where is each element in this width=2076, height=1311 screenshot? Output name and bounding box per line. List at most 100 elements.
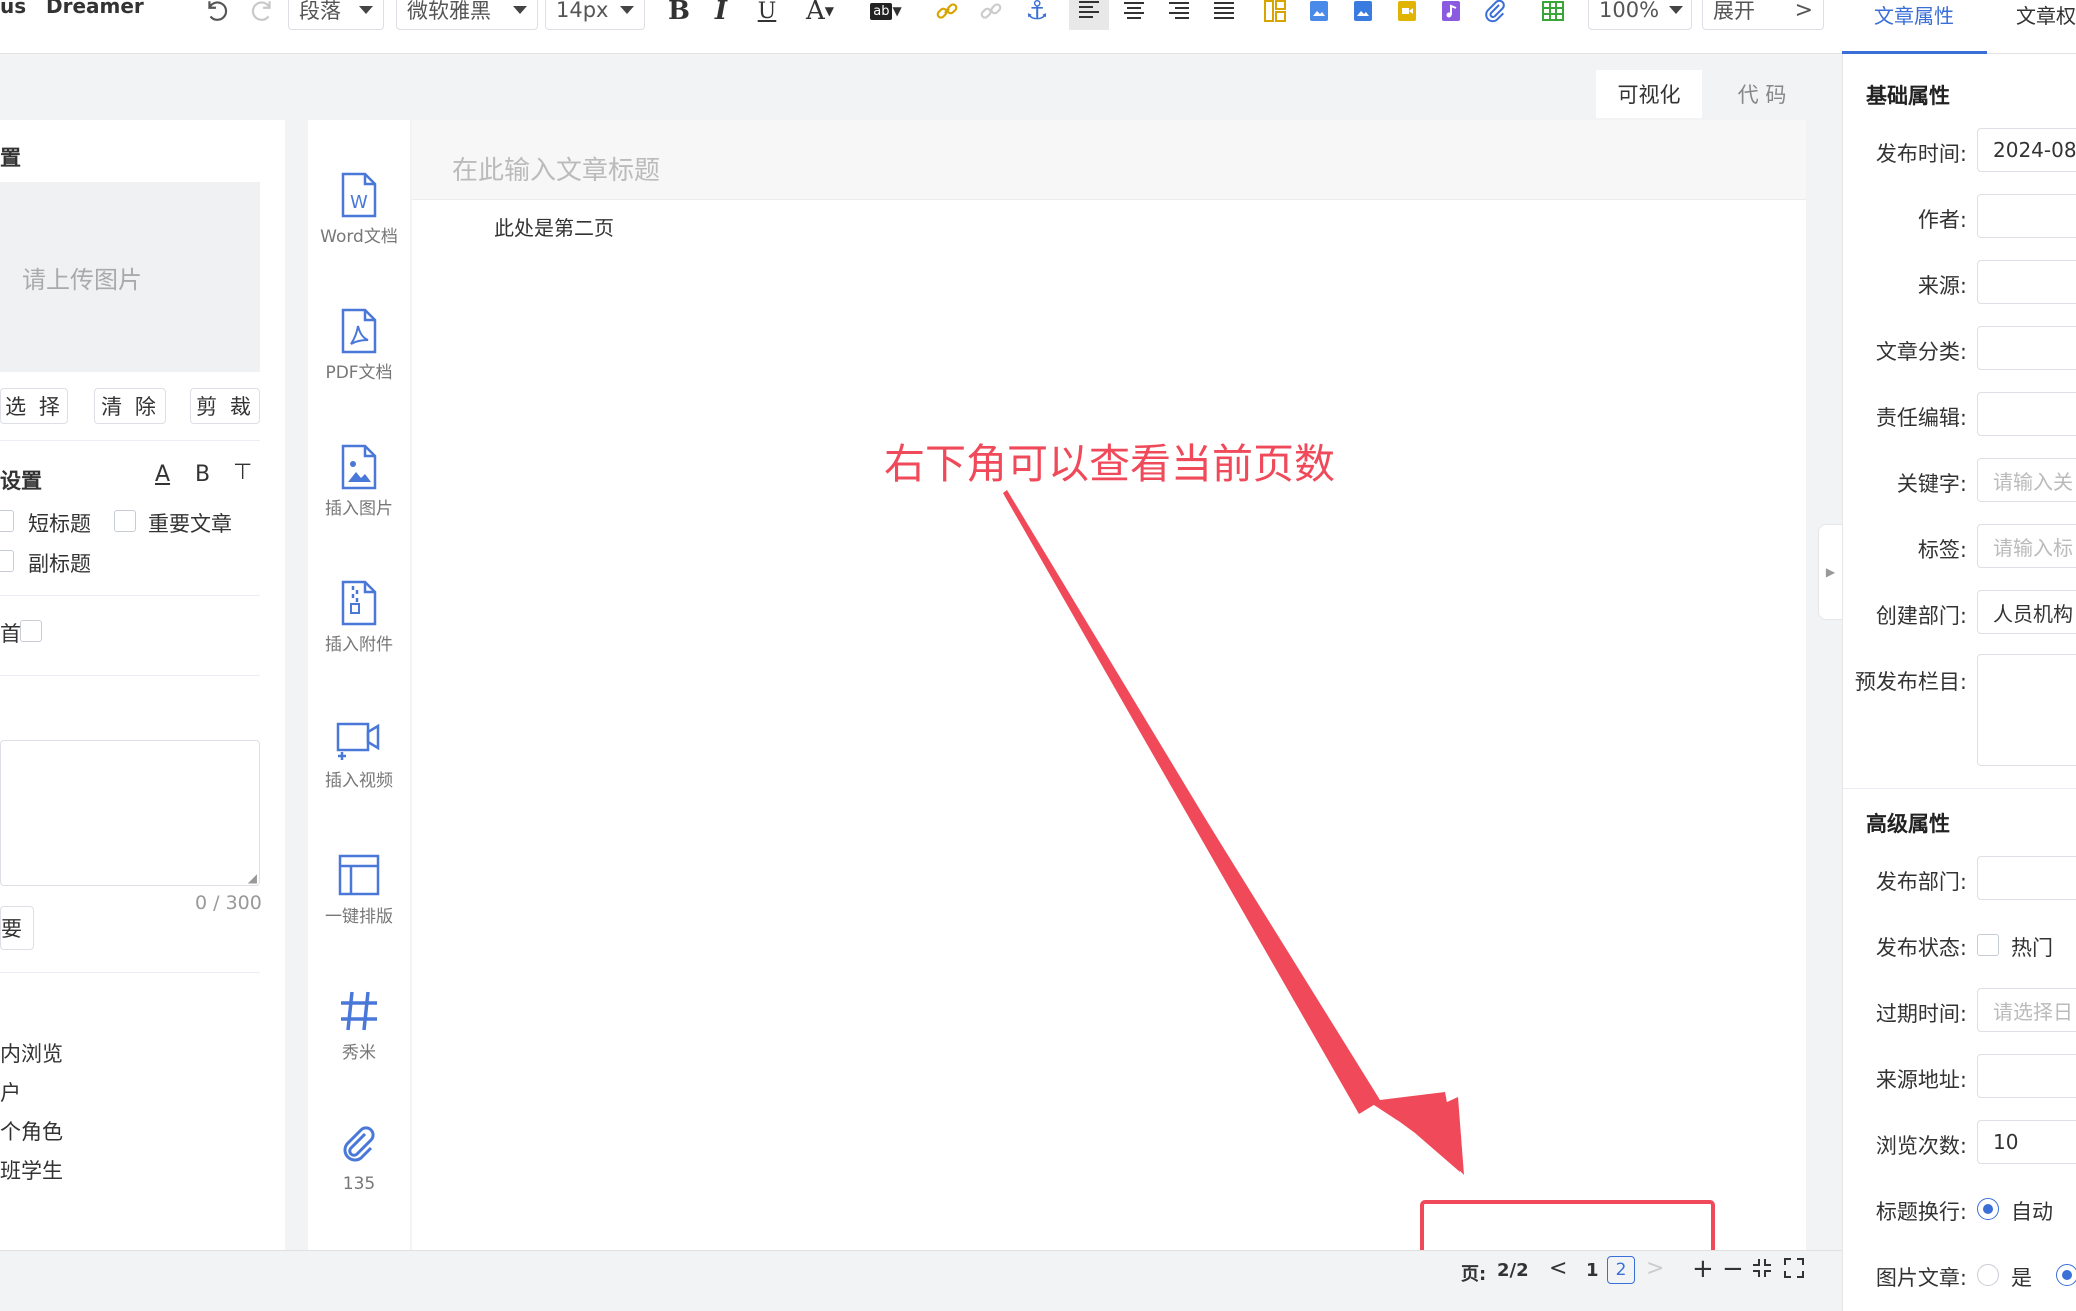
pin-top-checkbox[interactable] bbox=[20, 620, 42, 642]
zoom-in-icon[interactable]: + bbox=[1692, 1254, 1714, 1284]
responsible-editor-input[interactable] bbox=[1977, 392, 2076, 436]
source-url-input[interactable] bbox=[1977, 1054, 2076, 1098]
font-color-icon[interactable]: A ▼ bbox=[796, 0, 844, 28]
tab-visual[interactable]: 可视化 bbox=[1596, 70, 1702, 118]
page-1-button[interactable]: 1 bbox=[1586, 1260, 1599, 1281]
align-center-icon[interactable] bbox=[1117, 0, 1151, 28]
tool-one-click-layout[interactable]: 一键排版 bbox=[308, 852, 410, 927]
page-2-button[interactable]: 2 bbox=[1607, 1256, 1635, 1284]
tool-insert-image[interactable]: 插入图片 bbox=[308, 444, 410, 519]
publish-time-input[interactable]: 2024-08- bbox=[1977, 128, 2076, 172]
tool-insert-video[interactable]: 插入视频 bbox=[308, 716, 410, 791]
pub-dept-select[interactable] bbox=[1977, 856, 2076, 900]
align-justify-icon[interactable] bbox=[1207, 0, 1241, 28]
subtitle-checkbox[interactable] bbox=[0, 550, 14, 572]
zoom-value: 100% bbox=[1599, 0, 1660, 22]
image-upload-icon[interactable] bbox=[1302, 0, 1336, 28]
italic-icon[interactable]: I bbox=[704, 0, 738, 28]
image-article-no-radio[interactable] bbox=[2056, 1264, 2076, 1286]
fullscreen-icon[interactable] bbox=[1784, 1258, 1804, 1283]
views-input[interactable]: 10 bbox=[1977, 1120, 2076, 1164]
auto-wrap-radio[interactable] bbox=[1977, 1198, 1999, 1220]
tags-input[interactable]: 请输入标 bbox=[1977, 524, 2076, 568]
tool-word-doc[interactable]: W Word文档 bbox=[308, 172, 410, 247]
attachment-icon[interactable] bbox=[1478, 0, 1512, 28]
unlink-icon[interactable] bbox=[974, 0, 1008, 28]
tool-pdf-doc[interactable]: PDF文档 bbox=[308, 308, 410, 383]
brand-fragment: us bbox=[0, 0, 27, 18]
page-count: 2/2 bbox=[1497, 1260, 1529, 1281]
editor-canvas[interactable] bbox=[412, 120, 1806, 1250]
paragraph-select[interactable]: 段落 bbox=[288, 0, 384, 30]
audio-file-icon[interactable] bbox=[1434, 0, 1468, 28]
category-select[interactable] bbox=[1977, 326, 2076, 370]
text-color-icon[interactable]: A bbox=[155, 462, 170, 487]
expire-date-input[interactable]: 请选择日 bbox=[1977, 988, 2076, 1032]
image-upload-area[interactable]: 请上传图片 bbox=[0, 182, 260, 372]
zoom-out-icon[interactable]: − bbox=[1722, 1254, 1744, 1284]
perm-item-intranet[interactable]: 内浏览 bbox=[0, 1038, 63, 1068]
layout-grid-icon[interactable] bbox=[1258, 0, 1292, 28]
underline-icon[interactable]: U bbox=[750, 0, 784, 28]
editor-body-text[interactable]: 此处是第二页 bbox=[494, 212, 614, 241]
perm-item-user[interactable]: 户 bbox=[0, 1077, 21, 1107]
article-title-input[interactable]: 在此输入文章标题 bbox=[412, 120, 1806, 200]
tool-insert-attachment[interactable]: 插入附件 bbox=[308, 580, 410, 655]
tool-xiumi[interactable]: 秀米 bbox=[308, 988, 410, 1063]
author-input[interactable] bbox=[1977, 194, 2076, 238]
next-page-icon[interactable]: > bbox=[1646, 1256, 1664, 1281]
tab-code[interactable]: 代 码 bbox=[1712, 70, 1812, 118]
resize-handle-icon[interactable]: ◢ bbox=[248, 871, 257, 885]
dept-select[interactable]: 人员机构 bbox=[1977, 590, 2076, 634]
divider bbox=[0, 675, 260, 676]
font-family-select[interactable]: 微软雅黑 bbox=[396, 0, 538, 30]
bold-icon[interactable]: B bbox=[662, 0, 696, 28]
pdf-icon bbox=[341, 308, 377, 354]
undo-icon[interactable] bbox=[200, 0, 234, 28]
tool-label: 一键排版 bbox=[325, 907, 393, 927]
bold-title-icon[interactable]: B bbox=[195, 462, 210, 487]
highlight-icon[interactable]: ab ▼ bbox=[862, 0, 910, 28]
tags-placeholder: 请输入标 bbox=[1993, 535, 2073, 560]
perm-item-class[interactable]: 班学生 bbox=[0, 1155, 63, 1185]
prev-page-icon[interactable]: < bbox=[1549, 1256, 1567, 1281]
keywords-input[interactable]: 请输入关 bbox=[1977, 458, 2076, 502]
clear-image-button[interactable]: 清 除 bbox=[94, 388, 166, 424]
hot-checkbox[interactable] bbox=[1977, 934, 1999, 956]
expire-label: 过期时间: bbox=[1875, 1002, 1967, 1026]
redo-icon[interactable] bbox=[245, 0, 279, 28]
summary-textarea[interactable]: ◢ bbox=[0, 740, 260, 886]
font-size-select[interactable]: 14px bbox=[545, 0, 645, 30]
image-article-yes-radio[interactable] bbox=[1977, 1264, 1999, 1286]
source-input[interactable] bbox=[1977, 260, 2076, 304]
svg-text:W: W bbox=[350, 192, 368, 213]
crop-image-button[interactable]: 剪 裁 bbox=[190, 388, 260, 424]
image-file-icon[interactable] bbox=[1346, 0, 1380, 28]
tab-article-properties[interactable]: 文章属性 bbox=[1874, 0, 1954, 54]
anchor-icon[interactable]: ⚓ bbox=[1020, 0, 1054, 28]
expand-button[interactable]: 展开 > bbox=[1702, 0, 1824, 30]
tool-135[interactable]: 135 bbox=[308, 1124, 410, 1194]
divider bbox=[0, 972, 260, 973]
extract-summary-button[interactable]: 要 bbox=[0, 906, 34, 950]
table-icon[interactable] bbox=[1536, 0, 1570, 28]
panel-collapse-handle[interactable]: ▶ bbox=[1818, 524, 1842, 620]
image-article-yes-label: 是 bbox=[2011, 1266, 2032, 1290]
title-top-icon[interactable]: ⊤ bbox=[233, 460, 252, 485]
perm-item-role[interactable]: 个角色 bbox=[0, 1116, 63, 1146]
select-image-button[interactable]: 选 择 bbox=[0, 388, 68, 424]
keywords-placeholder: 请输入关 bbox=[1993, 469, 2073, 494]
fit-screen-icon[interactable] bbox=[1752, 1258, 1772, 1283]
video-file-icon[interactable] bbox=[1390, 0, 1424, 28]
short-title-checkbox[interactable] bbox=[0, 510, 14, 532]
tab-article-permissions[interactable]: 文章权 bbox=[2016, 0, 2076, 54]
advanced-properties-heading: 高级属性 bbox=[1866, 812, 1950, 836]
link-icon[interactable] bbox=[930, 0, 964, 28]
tags-label: 标签: bbox=[1917, 538, 1967, 562]
zoom-select[interactable]: 100% bbox=[1588, 0, 1692, 30]
paperclip-icon bbox=[343, 1126, 375, 1162]
important-article-checkbox[interactable] bbox=[114, 510, 136, 532]
pre-column-input[interactable] bbox=[1977, 654, 2076, 766]
align-left-icon[interactable] bbox=[1069, 0, 1109, 30]
align-right-icon[interactable] bbox=[1162, 0, 1196, 28]
